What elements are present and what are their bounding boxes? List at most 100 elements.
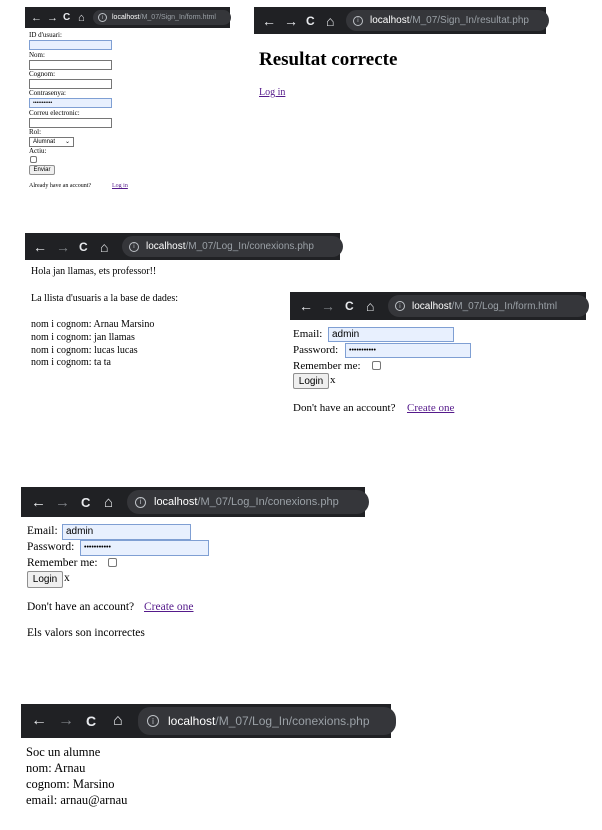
email-input[interactable] (29, 118, 112, 128)
result-heading: Resultat correcte (259, 49, 398, 70)
reload-icon[interactable]: C (306, 14, 315, 28)
url-host: localhost (412, 300, 452, 312)
password-input[interactable]: ••••••••••• (29, 98, 112, 108)
reload-icon[interactable]: C (86, 713, 96, 729)
back-icon[interactable]: ← (33, 239, 47, 255)
user-list-item: nom i cognom: jan llamas (31, 332, 135, 343)
info-icon[interactable]: i (353, 15, 363, 26)
login-link[interactable]: Log in (259, 87, 285, 98)
user-list-item: nom i cognom: ta ta (31, 357, 111, 368)
password-input[interactable]: ••••••••••• (80, 540, 209, 556)
password-label: Password: (27, 541, 75, 553)
forward-icon[interactable]: → (55, 494, 70, 511)
id-input[interactable] (29, 40, 112, 50)
login-link[interactable]: Log in (112, 183, 128, 189)
email-label: Email: (293, 328, 323, 340)
nom-label: Nom: (29, 51, 45, 59)
x-text: x (330, 374, 336, 386)
email-input[interactable]: admin (328, 327, 454, 342)
role-text: Soc un alumne (26, 745, 101, 759)
info-icon[interactable]: i (395, 301, 405, 311)
password-input[interactable]: ••••••••••• (345, 343, 471, 358)
home-icon[interactable]: ⌂ (78, 12, 85, 24)
forward-icon[interactable]: → (321, 298, 335, 314)
no-account-text: Don't have an account? (293, 402, 396, 414)
url-host: localhost (370, 15, 410, 26)
chevron-down-icon: ⌄ (64, 139, 70, 145)
cognom-input[interactable] (29, 79, 112, 89)
error-message: Els valors son incorrectes (27, 627, 145, 639)
rol-label: Rol: (29, 128, 42, 136)
rol-select[interactable]: Alumnat ⌄ (29, 137, 74, 147)
url-host: localhost (168, 714, 216, 728)
already-text: Already have an account? (29, 183, 92, 189)
forward-icon[interactable]: → (58, 712, 74, 730)
home-icon[interactable]: ⌂ (326, 13, 334, 29)
email-label: Email: (27, 525, 58, 537)
browser-toolbar: ← → C ⌂ i localhost/M_07/Log_In/form.htm… (290, 292, 589, 320)
remember-label: Remember me: (27, 557, 98, 569)
home-icon[interactable]: ⌂ (113, 712, 123, 730)
address-bar[interactable]: i localhost/M_07/Log_In/conexions.php (138, 707, 396, 735)
remember-checkbox[interactable] (108, 558, 117, 567)
info-icon[interactable]: i (129, 241, 139, 252)
nom-text: nom: Arnau (26, 761, 86, 775)
user-list-item: nom i cognom: Arnau Marsino (31, 319, 155, 330)
address-bar[interactable]: i localhost/M_07/Log_In/conexions.php (127, 490, 369, 514)
browser-toolbar: ← → C ⌂ i localhost/M_07/Sign_In/resulta… (254, 7, 549, 34)
forward-icon[interactable]: → (284, 13, 298, 29)
reload-icon[interactable]: C (345, 299, 354, 313)
actiu-label: Actiu: (29, 147, 47, 155)
login-button[interactable]: Login (293, 373, 329, 389)
email-text: email: arnau@arnau (26, 793, 128, 807)
create-account-link[interactable]: Create one (144, 601, 194, 613)
email-input[interactable]: admin (62, 524, 191, 540)
info-icon[interactable]: i (147, 715, 159, 727)
enviar-button[interactable]: Enviar (29, 165, 55, 175)
cognom-label: Cognom: (29, 70, 56, 78)
url-path: /M_07/Sign_In/resultat.php (409, 15, 529, 26)
url-path: /M_07/Sign_In/form.html (139, 14, 216, 21)
back-icon[interactable]: ← (262, 13, 276, 29)
address-bar[interactable]: i localhost/M_07/Sign_In/resultat.php (346, 10, 549, 31)
url-host: localhost (146, 241, 186, 252)
reload-icon[interactable]: C (79, 240, 88, 254)
address-bar[interactable]: i localhost/M_07/Log_In/conexions.php (122, 236, 343, 257)
forward-icon[interactable]: → (47, 12, 58, 24)
browser-toolbar: ← → C ⌂ i localhost/M_07/Sign_In/form.ht… (25, 7, 231, 28)
back-icon[interactable]: ← (31, 12, 42, 24)
back-icon[interactable]: ← (31, 494, 46, 511)
create-account-link[interactable]: Create one (407, 402, 454, 414)
password-label: Contrasenya: (29, 89, 66, 97)
login-button[interactable]: Login (27, 571, 63, 588)
address-bar[interactable]: i localhost/M_07/Sign_In/form.html (93, 10, 231, 25)
greeting-text: Hola jan llamas, ets professor!! (31, 266, 157, 277)
home-icon[interactable]: ⌂ (100, 239, 108, 255)
rol-value: Alumnat (33, 139, 56, 145)
back-icon[interactable]: ← (299, 298, 313, 314)
back-icon[interactable]: ← (31, 712, 47, 730)
x-text: x (64, 572, 70, 584)
address-bar[interactable]: i localhost/M_07/Log_In/form.html (388, 295, 589, 317)
nom-input[interactable] (29, 60, 112, 70)
info-icon[interactable]: i (135, 496, 146, 508)
url-host: localhost (154, 496, 198, 508)
home-icon[interactable]: ⌂ (366, 298, 374, 314)
list-intro: La llista d'usuaris a la base de dades: (31, 293, 179, 304)
home-icon[interactable]: ⌂ (104, 494, 113, 511)
remember-checkbox[interactable] (372, 361, 381, 370)
email-label: Correu electronic: (29, 109, 80, 117)
actiu-checkbox[interactable] (30, 156, 37, 163)
password-label: Password: (293, 344, 339, 356)
info-icon[interactable]: i (98, 13, 107, 22)
url-path: /M_07/Log_In/form.html (451, 300, 558, 312)
browser-toolbar: ← → C ⌂ i localhost/M_07/Log_In/conexion… (21, 704, 396, 738)
user-list-item: nom i cognom: lucas lucas (31, 345, 138, 356)
remember-label: Remember me: (293, 360, 361, 372)
forward-icon[interactable]: → (56, 239, 70, 255)
no-account-text: Don't have an account? (27, 601, 135, 613)
reload-icon[interactable]: C (81, 495, 90, 510)
reload-icon[interactable]: C (63, 12, 70, 23)
url-path: /M_07/Log_In/conexions.php (197, 496, 339, 508)
url-host: localhost (112, 14, 140, 21)
